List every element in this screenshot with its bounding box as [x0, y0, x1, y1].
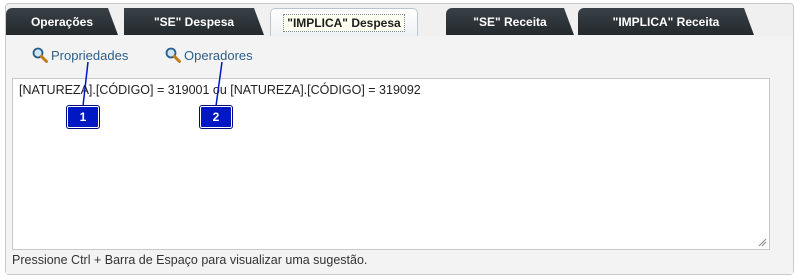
operators-button[interactable]: Operadores: [165, 46, 253, 64]
tab-operacoes[interactable]: Operações: [6, 8, 118, 35]
hint-text: Pressione Ctrl + Barra de Espaço para vi…: [12, 253, 368, 267]
tab-se-despesa[interactable]: "SE" Despesa: [124, 8, 264, 35]
tab-implica-despesa[interactable]: "IMPLICA" Despesa: [270, 8, 418, 36]
annotation-marker-1: 1: [67, 106, 99, 128]
magnifier-icon: [165, 47, 181, 63]
expression-editor[interactable]: [NATUREZA].[CÓDIGO] = 319001 ou [NATUREZ…: [12, 78, 770, 250]
marker-2-leader: [215, 61, 223, 107]
resize-grip-icon[interactable]: [758, 238, 767, 247]
tab-implica-receita[interactable]: "IMPLICA" Receita: [578, 8, 754, 35]
magnifier-icon: [32, 47, 48, 63]
tab-label: "SE" Despesa: [153, 14, 235, 29]
marker-1-leader: [82, 61, 89, 107]
tab-label: "IMPLICA" Despesa: [283, 13, 405, 32]
tab-label: "SE" Receita: [473, 14, 547, 29]
marker-number: 2: [212, 110, 220, 124]
annotation-marker-2: 2: [200, 106, 232, 128]
marker-number: 1: [79, 110, 87, 124]
tab-se-receita[interactable]: "SE" Receita: [446, 8, 574, 35]
tab-label: "IMPLICA" Receita: [612, 14, 720, 29]
tab-label: Operações: [30, 14, 94, 29]
tab-bar: Operações "SE" Despesa "IMPLICA" Despesa…: [6, 8, 793, 37]
